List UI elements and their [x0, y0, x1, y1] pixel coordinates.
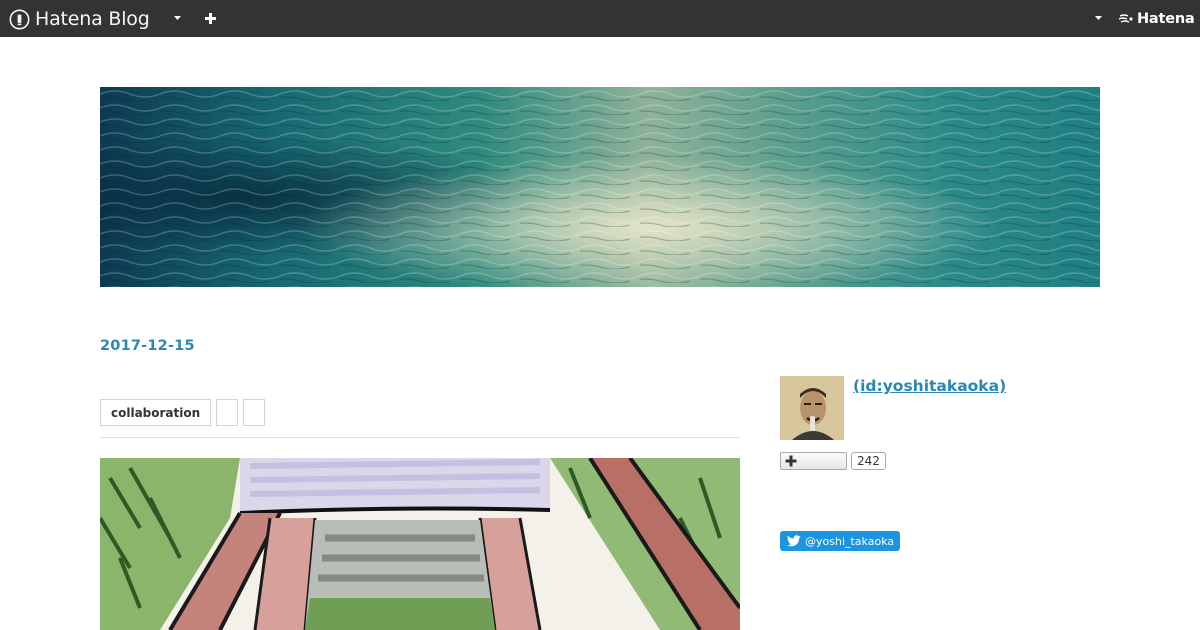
account-menu-dropdown[interactable] [1091, 11, 1105, 25]
hatena-blog-home-link[interactable]: Hatena Blog [9, 7, 150, 31]
hatena-service-name: Hatena [1137, 11, 1195, 27]
category-tag[interactable] [216, 399, 239, 426]
chevron-down-icon [173, 16, 181, 20]
brand-name: Hatena Blog [35, 8, 150, 30]
hatena-home-link[interactable]: Hatena [1118, 10, 1195, 28]
entry-categories: collaboration [100, 399, 266, 426]
blog-header-image[interactable] [100, 87, 1100, 287]
plus-icon [204, 12, 216, 24]
new-post-button[interactable] [201, 9, 219, 27]
hatena-blog-logo-icon [9, 9, 30, 29]
water-surface-photo [100, 87, 1100, 287]
plus-icon [785, 455, 797, 467]
entry-illustration[interactable] [100, 458, 740, 630]
twitter-bird-icon [787, 535, 801, 547]
subscriber-count[interactable]: 242 [851, 452, 886, 470]
blog-menu-dropdown[interactable] [170, 11, 184, 25]
entry-date-link[interactable]: 2017-12-15 [100, 338, 195, 354]
chevron-down-icon [1094, 16, 1102, 20]
global-header: Hatena Blog Hatena [0, 0, 1200, 37]
entry-header-divider [100, 437, 740, 438]
marker-sketch-of-wooden-gate [100, 458, 740, 630]
profile-name-link[interactable]: (id:yoshitakaoka) [853, 377, 1006, 395]
twitter-follow-button[interactable]: @yoshi_takaoka [780, 531, 900, 551]
category-tag[interactable] [243, 399, 266, 426]
profile-photo [780, 376, 844, 440]
category-tag[interactable]: collaboration [100, 399, 212, 426]
subscribe-button[interactable] [780, 452, 847, 470]
profile-avatar[interactable] [780, 376, 844, 440]
twitter-handle: @yoshi_takaoka [805, 534, 895, 548]
hatena-logo-icon [1118, 14, 1133, 23]
